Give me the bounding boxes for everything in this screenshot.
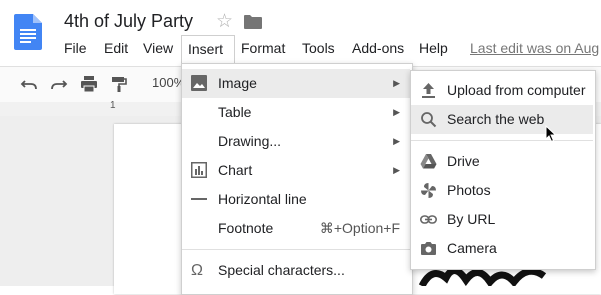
undo-icon[interactable] xyxy=(20,75,38,93)
insert-menu-item-special-characters[interactable]: Ω Special characters... xyxy=(182,256,410,285)
insert-menu-item-chart[interactable]: Chart ▶ xyxy=(182,156,410,185)
menu-item-label: Footnote xyxy=(218,220,274,236)
paint-format-icon[interactable] xyxy=(110,75,128,93)
menu-tools[interactable]: Tools xyxy=(296,35,341,63)
horizontal-line-icon xyxy=(191,198,207,200)
menu-item-label: Horizontal line xyxy=(218,191,307,207)
upload-icon xyxy=(422,83,435,98)
menu-item-label: Upload from computer xyxy=(447,82,586,98)
image-submenu-item-search-web[interactable]: Search the web xyxy=(411,105,593,134)
print-icon[interactable] xyxy=(80,75,98,93)
menu-item-label: Drive xyxy=(447,153,480,169)
insert-menu-item-footnote[interactable]: Footnote ⌘+Option+F xyxy=(182,214,410,243)
menu-format[interactable]: Format xyxy=(235,35,291,63)
document-title[interactable]: 4th of July Party xyxy=(64,11,193,32)
image-submenu-item-upload[interactable]: Upload from computer xyxy=(411,76,593,105)
insert-menu-item-drawing[interactable]: Drawing... ▶ xyxy=(182,127,410,156)
google-docs-logo-icon[interactable] xyxy=(14,14,42,50)
menu-item-label: Search the web xyxy=(447,111,545,127)
ruler-mark: 1 xyxy=(110,100,116,111)
menu-file[interactable]: File xyxy=(58,35,93,63)
camera-icon xyxy=(421,242,436,255)
image-submenu-item-photos[interactable]: Photos xyxy=(411,176,593,205)
drive-icon xyxy=(420,154,437,169)
image-submenu-item-drive[interactable]: Drive xyxy=(411,147,593,176)
mouse-cursor-icon xyxy=(545,125,557,143)
submenu-arrow-icon: ▶ xyxy=(393,165,400,175)
menu-add-ons[interactable]: Add-ons xyxy=(346,35,410,63)
star-icon[interactable]: ☆ xyxy=(216,12,233,32)
menu-item-label: Drawing... xyxy=(218,133,282,149)
submenu-arrow-icon: ▶ xyxy=(393,107,400,117)
image-icon xyxy=(191,75,207,91)
menu-item-label: Chart xyxy=(218,162,253,178)
redo-icon[interactable] xyxy=(50,75,68,93)
menu-item-label: Camera xyxy=(447,240,497,256)
menu-item-label: By URL xyxy=(447,211,496,227)
image-submenu-item-by-url[interactable]: By URL xyxy=(411,205,593,234)
menu-item-label: Photos xyxy=(447,182,491,198)
menu-divider xyxy=(411,140,593,141)
insert-menu-item-image[interactable]: Image ▶ xyxy=(182,69,410,98)
chart-icon xyxy=(191,162,207,178)
menu-item-label: Special characters... xyxy=(218,262,345,278)
link-icon xyxy=(420,215,437,224)
photos-icon xyxy=(421,183,436,198)
menu-help[interactable]: Help xyxy=(413,35,454,63)
last-edit-link[interactable]: Last edit was on Aug xyxy=(470,35,599,63)
submenu-arrow-icon: ▶ xyxy=(393,136,400,146)
folder-icon[interactable] xyxy=(244,15,262,29)
menu-item-label: Table xyxy=(218,104,252,120)
image-submenu-item-camera[interactable]: Camera xyxy=(411,234,593,263)
submenu-arrow-icon: ▶ xyxy=(393,78,400,88)
insert-menu-item-table[interactable]: Table ▶ xyxy=(182,98,410,127)
menu-view[interactable]: View xyxy=(137,35,179,63)
search-icon xyxy=(421,112,437,128)
menu-item-label: Image xyxy=(218,75,257,91)
menu-edit[interactable]: Edit xyxy=(98,35,134,63)
menu-divider xyxy=(182,249,410,250)
menu-insert[interactable]: Insert xyxy=(181,35,235,63)
shortcut-label: ⌘+Option+F xyxy=(319,220,400,236)
insert-menu-item-horizontal-line[interactable]: Horizontal line xyxy=(182,185,410,214)
omega-icon: Ω xyxy=(191,262,203,279)
